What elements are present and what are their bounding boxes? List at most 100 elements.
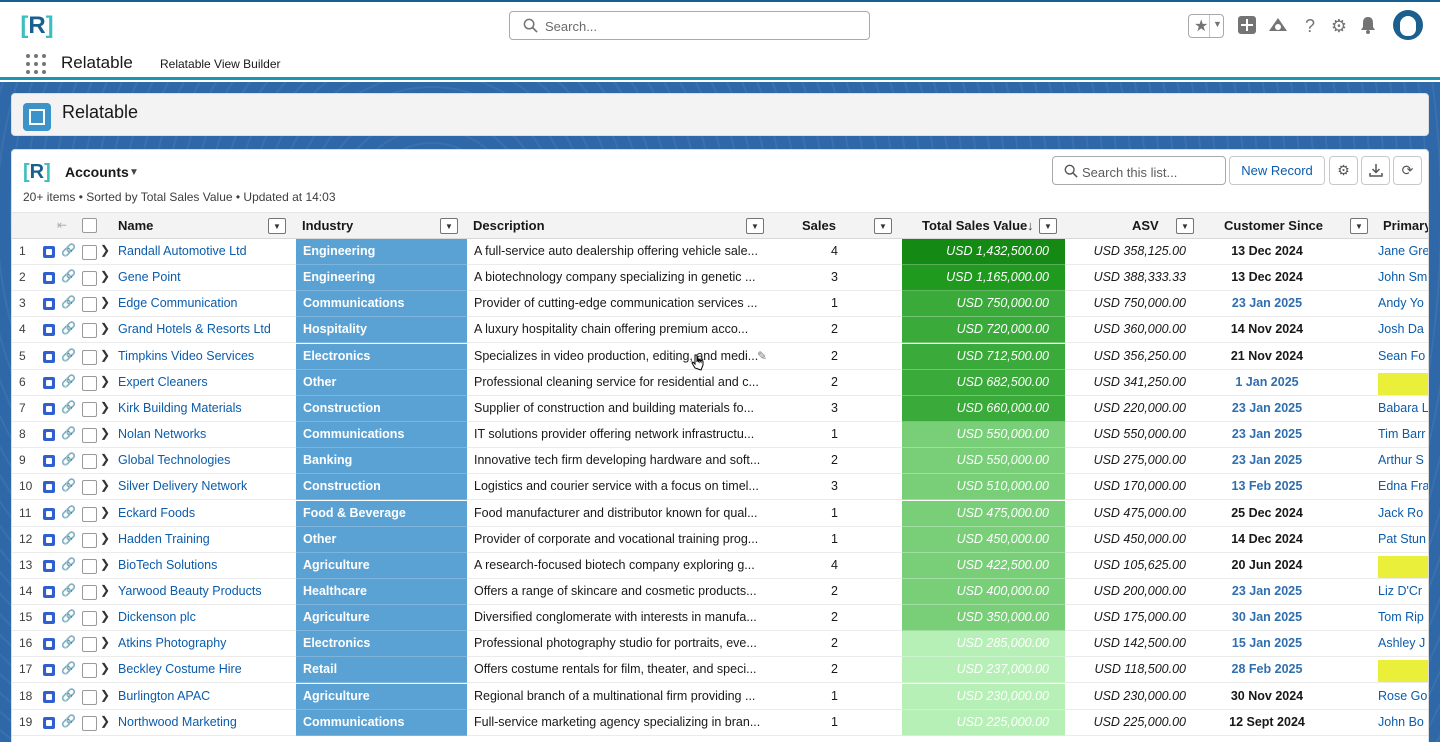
customer-since-cell[interactable]: 21 Nov 2024 bbox=[1192, 344, 1342, 370]
asv-cell[interactable]: USD 550,000.00 bbox=[1068, 422, 1186, 448]
row-checkbox[interactable] bbox=[82, 637, 97, 653]
chevron-right-icon[interactable]: ❯ bbox=[100, 243, 110, 257]
record-icon[interactable] bbox=[43, 638, 55, 651]
row-checkbox[interactable] bbox=[82, 271, 97, 287]
row-checkbox[interactable] bbox=[82, 584, 97, 600]
asv-cell[interactable]: USD 475,000.00 bbox=[1068, 501, 1186, 527]
table-row[interactable]: 11 🔗 ❯ Eckard Foods Food & Beverage Food manu… bbox=[12, 500, 1428, 527]
customer-since-cell[interactable]: 23 Jan 2025 bbox=[1192, 448, 1342, 474]
list-search-input[interactable]: Search this list... bbox=[1052, 156, 1226, 185]
account-name-link[interactable]: Burlington APAC bbox=[118, 684, 296, 710]
total-sales-value-cell[interactable]: USD 750,000.00 bbox=[902, 291, 1065, 318]
description-cell[interactable]: Logistics and courier service with a foc… bbox=[474, 474, 774, 500]
description-cell[interactable]: Specializes in video production, editing… bbox=[474, 344, 774, 370]
sales-cell[interactable]: 3 bbox=[792, 396, 838, 422]
total-sales-value-cell[interactable]: USD 225,000.00 bbox=[902, 709, 1065, 736]
description-cell[interactable]: Innovative tech firm developing hardware… bbox=[474, 448, 774, 474]
primary-contact-link[interactable]: Babara L bbox=[1378, 396, 1428, 422]
row-checkbox[interactable] bbox=[82, 689, 97, 705]
customer-since-cell[interactable]: 12 Sept 2024 bbox=[1192, 710, 1342, 736]
total-sales-value-cell[interactable]: USD 350,000.00 bbox=[902, 605, 1065, 632]
total-sales-value-cell[interactable]: USD 712,500.00 bbox=[902, 343, 1065, 370]
industry-cell[interactable]: Hospitality bbox=[296, 317, 467, 344]
customer-since-cell[interactable]: 15 Jan 2025 bbox=[1192, 631, 1342, 657]
table-row[interactable]: 4 🔗 ❯ Grand Hotels & Resorts Ltd Hospitality… bbox=[12, 317, 1428, 344]
primary-contact-link[interactable]: Josh Da bbox=[1378, 317, 1428, 343]
table-row[interactable]: 12 🔗 ❯ Hadden Training Other Provider of corp… bbox=[12, 526, 1428, 553]
primary-contact-link[interactable]: John Sm bbox=[1378, 265, 1428, 291]
asv-cell[interactable]: USD 105,625.00 bbox=[1068, 553, 1186, 579]
primary-contact-empty-highlight[interactable] bbox=[1378, 555, 1428, 578]
sales-cell[interactable]: 2 bbox=[792, 344, 838, 370]
industry-cell[interactable]: Other bbox=[296, 369, 467, 396]
description-cell[interactable]: Supplier of construction and building ma… bbox=[474, 396, 774, 422]
chevron-right-icon[interactable]: ❯ bbox=[100, 269, 110, 283]
total-sales-value-cell[interactable]: USD 475,000.00 bbox=[902, 500, 1065, 527]
description-cell[interactable]: A full-service auto dealership offering … bbox=[474, 239, 774, 265]
description-cell[interactable]: Offers a range of skincare and cosmetic … bbox=[474, 579, 774, 605]
primary-contact-link[interactable]: Sean Fo bbox=[1378, 344, 1428, 370]
chevron-down-icon[interactable]: ▼ bbox=[874, 218, 892, 234]
table-row[interactable]: 13 🔗 ❯ BioTech Solutions Agriculture A resear… bbox=[12, 552, 1428, 579]
total-sales-value-cell[interactable]: USD 720,000.00 bbox=[902, 317, 1065, 344]
chevron-down-icon[interactable]: ▼ bbox=[1039, 218, 1057, 234]
row-checkbox[interactable] bbox=[82, 480, 97, 496]
link-icon[interactable]: 🔗 bbox=[61, 635, 76, 649]
column-header-sales[interactable]: Sales bbox=[802, 213, 836, 239]
sales-cell[interactable]: 1 bbox=[792, 710, 838, 736]
account-name-link[interactable]: Eckard Foods bbox=[118, 501, 296, 527]
industry-cell[interactable]: Agriculture bbox=[296, 683, 467, 710]
asv-cell[interactable]: USD 225,000.00 bbox=[1068, 710, 1186, 736]
total-sales-value-cell[interactable]: USD 682,500.00 bbox=[902, 369, 1065, 396]
customer-since-cell[interactable]: 23 Jan 2025 bbox=[1192, 579, 1342, 605]
record-icon[interactable] bbox=[43, 376, 55, 389]
chevron-right-icon[interactable]: ❯ bbox=[100, 452, 110, 466]
total-sales-value-cell[interactable]: USD 550,000.00 bbox=[902, 448, 1065, 475]
industry-cell[interactable]: Engineering bbox=[296, 265, 467, 292]
record-icon[interactable] bbox=[43, 716, 55, 729]
customer-since-cell[interactable]: 13 Dec 2024 bbox=[1192, 265, 1342, 291]
link-icon[interactable]: 🔗 bbox=[61, 348, 76, 362]
sales-cell[interactable]: 3 bbox=[792, 265, 838, 291]
column-header-asv[interactable]: ASV bbox=[1132, 213, 1159, 239]
total-sales-value-cell[interactable]: USD 400,000.00 bbox=[902, 578, 1065, 605]
industry-cell[interactable]: Electronics bbox=[296, 343, 467, 370]
description-cell[interactable]: Food manufacturer and distributor known … bbox=[474, 501, 774, 527]
description-cell[interactable]: Professional cleaning service for reside… bbox=[474, 370, 774, 396]
customer-since-cell[interactable]: 14 Dec 2024 bbox=[1192, 527, 1342, 553]
description-cell[interactable]: IT solutions provider offering network i… bbox=[474, 422, 774, 448]
account-name-link[interactable]: BioTech Solutions bbox=[118, 553, 296, 579]
row-checkbox[interactable] bbox=[82, 558, 97, 574]
sales-cell[interactable]: 1 bbox=[792, 527, 838, 553]
primary-contact-link[interactable]: Jack Ro bbox=[1378, 501, 1428, 527]
industry-cell[interactable]: Agriculture bbox=[296, 552, 467, 579]
chevron-down-icon[interactable]: ▼ bbox=[1350, 218, 1368, 234]
download-icon[interactable] bbox=[1361, 156, 1390, 185]
customer-since-cell[interactable]: 30 Jan 2025 bbox=[1192, 605, 1342, 631]
chevron-right-icon[interactable]: ❯ bbox=[100, 295, 110, 309]
chevron-down-icon[interactable]: ▼ bbox=[1213, 19, 1222, 29]
chevron-down-icon[interactable]: ▼ bbox=[1176, 218, 1194, 234]
account-name-link[interactable]: Nolan Networks bbox=[118, 422, 296, 448]
sales-cell[interactable]: 2 bbox=[792, 605, 838, 631]
table-row[interactable]: 14 🔗 ❯ Yarwood Beauty Products Healthcare Off… bbox=[12, 578, 1428, 605]
description-cell[interactable]: Regional branch of a multinational firm … bbox=[474, 684, 774, 710]
link-icon[interactable]: 🔗 bbox=[61, 243, 76, 257]
link-icon[interactable]: 🔗 bbox=[61, 321, 76, 335]
row-checkbox[interactable] bbox=[82, 245, 97, 260]
record-icon[interactable] bbox=[43, 612, 55, 625]
settings-gear-icon[interactable]: ⚙ bbox=[1329, 156, 1358, 185]
industry-cell[interactable]: Other bbox=[296, 526, 467, 553]
account-name-link[interactable]: Timpkins Video Services bbox=[118, 344, 296, 370]
account-name-link[interactable]: Global Technologies bbox=[118, 448, 296, 474]
primary-contact-empty-highlight[interactable] bbox=[1378, 660, 1428, 683]
asv-cell[interactable]: USD 750,000.00 bbox=[1068, 291, 1186, 317]
table-row[interactable]: 7 🔗 ❯ Kirk Building Materials Construction Su… bbox=[12, 395, 1428, 422]
asv-cell[interactable]: USD 170,000.00 bbox=[1068, 474, 1186, 500]
link-icon[interactable]: 🔗 bbox=[61, 452, 76, 466]
industry-cell[interactable]: Communications bbox=[296, 709, 467, 736]
record-icon[interactable] bbox=[43, 533, 55, 546]
record-icon[interactable] bbox=[43, 272, 55, 285]
industry-cell[interactable]: Agriculture bbox=[296, 605, 467, 632]
row-checkbox[interactable] bbox=[82, 532, 97, 548]
